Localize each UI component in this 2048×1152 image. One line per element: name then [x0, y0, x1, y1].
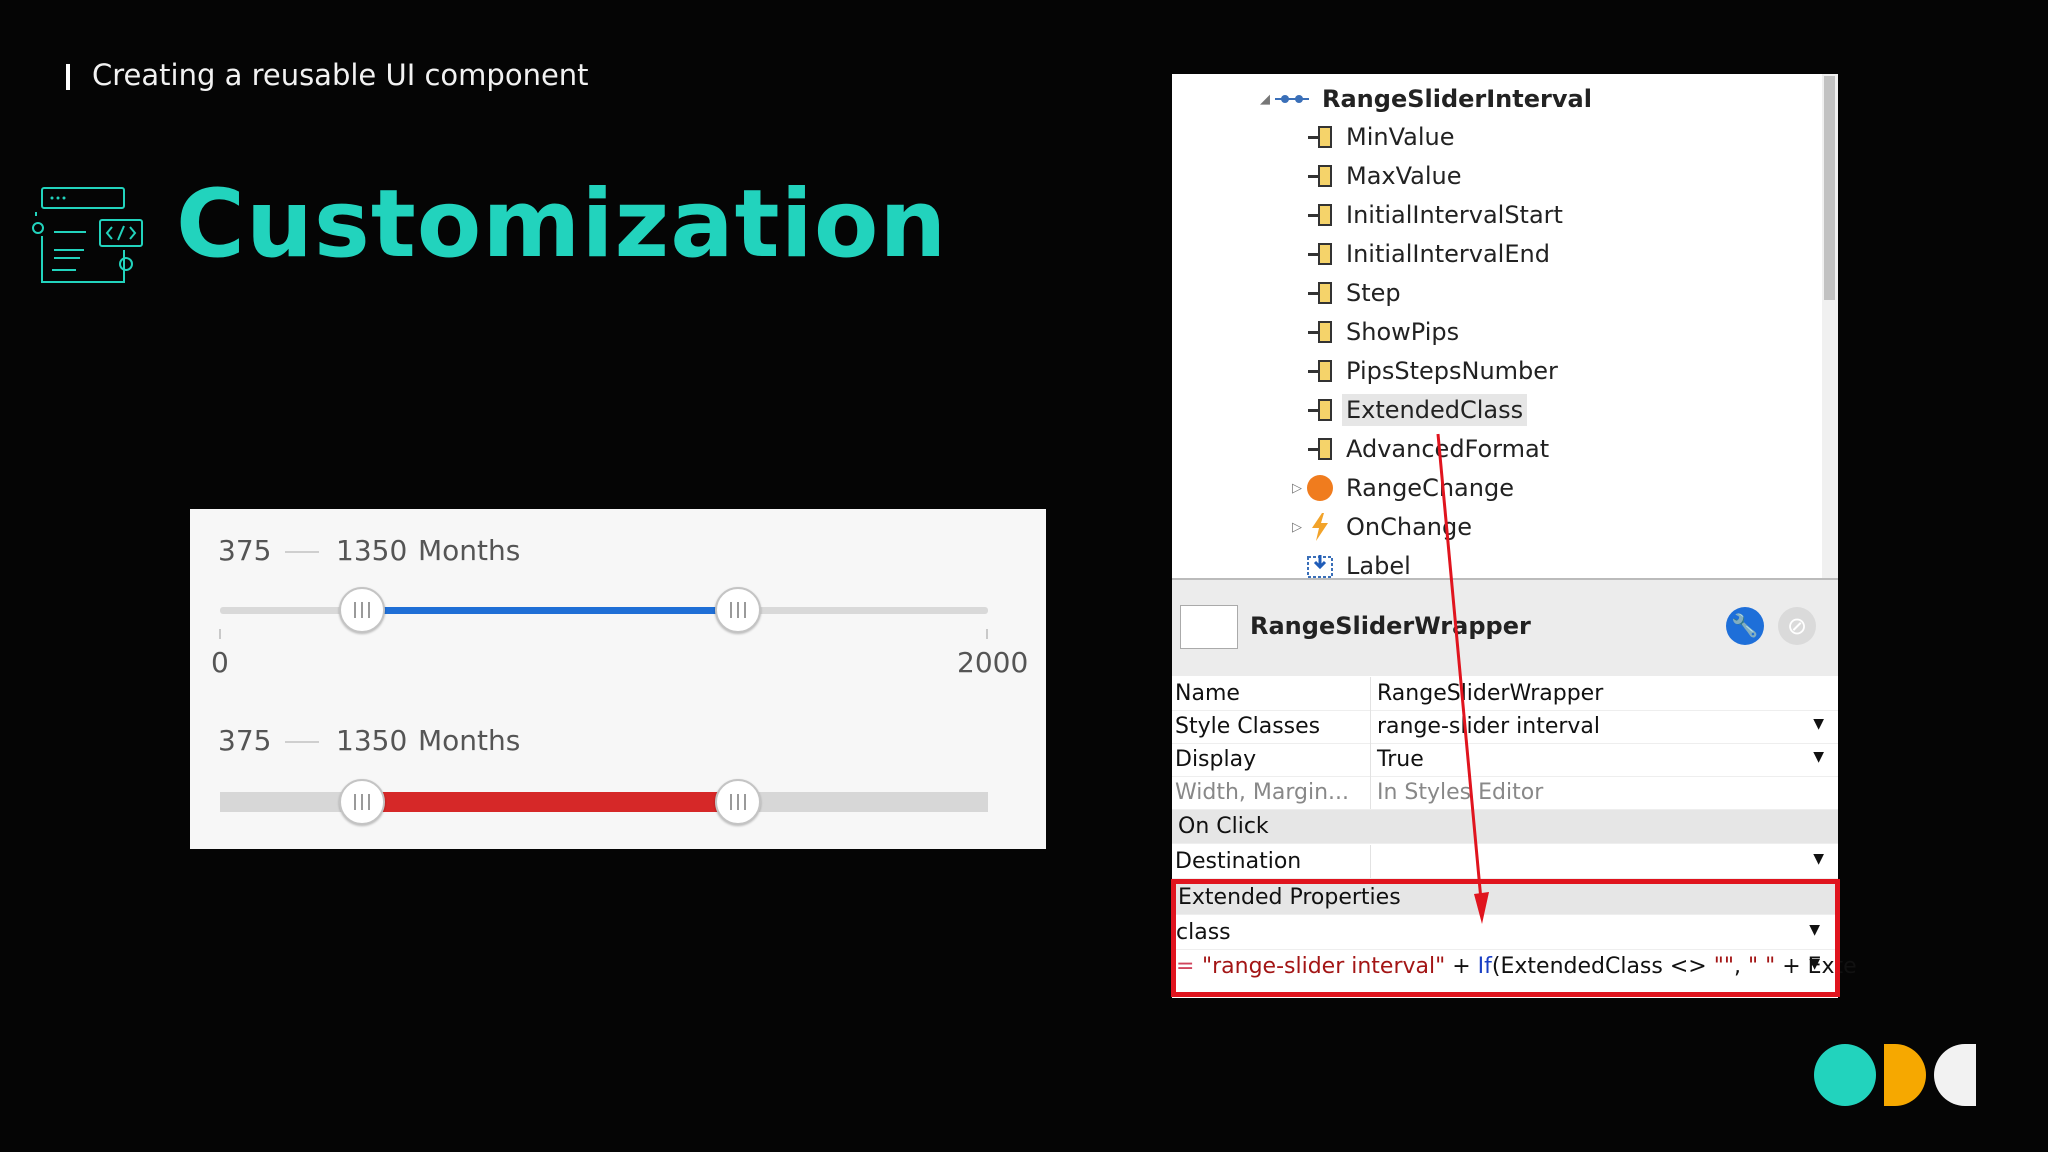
prop-value-name[interactable]: RangeSliderWrapper [1377, 681, 1603, 706]
tree-item-label: PipsStepsNumber [1346, 357, 1558, 385]
input-parameter-icon [1306, 123, 1334, 151]
tree-item-label: MaxValue [1346, 162, 1462, 190]
input-parameter-icon [1306, 396, 1334, 424]
blue-slider-end-handle[interactable] [715, 587, 761, 633]
logo-half-circle-orange [1884, 1044, 1926, 1106]
event-icon [1306, 474, 1334, 502]
section-on-click[interactable]: On Click [1172, 810, 1838, 844]
red-slider-end-handle[interactable] [715, 779, 761, 825]
tree-item-label: Step [1346, 279, 1401, 307]
blue-slider-unit: Months [418, 534, 521, 567]
expand-icon[interactable]: ▷ [1288, 481, 1306, 496]
red-slider-start-value: 375 [218, 724, 272, 757]
blue-slider-range-fill [364, 607, 738, 614]
tree-item-label: MinValue [1346, 123, 1455, 151]
prop-key: Name [1175, 681, 1240, 706]
input-parameter-icon [1306, 240, 1334, 268]
tree-item-initialintervalend[interactable]: InitialIntervalEnd [1306, 235, 1554, 273]
prop-row-style-classes[interactable]: Style Classes range-slider interval ▼ [1172, 710, 1838, 744]
tree-item-step[interactable]: Step [1306, 274, 1405, 312]
blue-slider-max-label: 2000 [957, 646, 1029, 679]
tree-item-label: InitialIntervalEnd [1346, 240, 1550, 268]
tree-scrollbar-thumb[interactable] [1824, 76, 1835, 300]
red-slider-range-fill [364, 792, 738, 812]
logo-half-circle-white [1934, 1044, 1976, 1106]
prop-row-name[interactable]: Name RangeSliderWrapper [1172, 677, 1838, 711]
section-label: On Click [1178, 814, 1269, 839]
prop-value-display[interactable]: True [1377, 747, 1424, 772]
element-tree-panel: ◢ RangeSliderInterval MinValue MaxValue … [1172, 74, 1838, 578]
range-slider-block-icon [1274, 85, 1310, 113]
scale-tick-max [986, 629, 988, 639]
tree-item-label: ExtendedClass [1342, 394, 1528, 426]
blue-slider-end-value: 1350 [336, 534, 408, 567]
tree-item-extendedclass[interactable]: ExtendedClass [1306, 391, 1528, 429]
highlight-box [1171, 879, 1840, 997]
red-slider-start-handle[interactable] [339, 779, 385, 825]
input-parameter-icon [1306, 435, 1334, 463]
tree-item-showpips[interactable]: ShowPips [1306, 313, 1463, 351]
tree-item-label-placeholder[interactable]: Label [1306, 547, 1415, 578]
dropdown-arrow-icon[interactable]: ▼ [1813, 716, 1824, 732]
prop-row-width[interactable]: Width, Margin... In Styles Editor [1172, 776, 1838, 810]
placeholder-icon [1306, 552, 1334, 578]
tree-item-pipsstepsnumber[interactable]: PipsStepsNumber [1306, 352, 1562, 390]
scale-tick-min [219, 629, 221, 639]
annotation-arrow [1436, 433, 1489, 924]
slide-subtitle: Creating a reusable UI component [92, 58, 589, 92]
disabled-toggle-icon[interactable]: ⊘ [1778, 607, 1816, 645]
wrench-icon[interactable]: 🔧 [1726, 607, 1764, 645]
action-icon [1306, 513, 1334, 541]
logo-circle [1814, 1044, 1876, 1106]
slide-title: Customization [176, 170, 948, 279]
prop-row-destination[interactable]: Destination ▼ [1172, 845, 1838, 879]
prop-row-display[interactable]: Display True ▼ [1172, 743, 1838, 777]
blue-slider-start-value: 375 [218, 534, 272, 567]
blue-slider-min-label: 0 [211, 646, 229, 679]
range-dash [285, 551, 319, 553]
range-dash [285, 741, 319, 743]
tree-item-maxvalue[interactable]: MaxValue [1306, 157, 1466, 195]
red-slider-unit: Months [418, 724, 521, 757]
prop-key: Width, Margin... [1175, 780, 1350, 805]
input-parameter-icon [1306, 201, 1334, 229]
prop-key: Destination [1175, 849, 1302, 874]
tree-item-label: Label [1346, 552, 1411, 578]
widget-preview-swatch [1180, 605, 1238, 649]
red-slider-end-value: 1350 [336, 724, 408, 757]
tree-item-initialintervalstart[interactable]: InitialIntervalStart [1306, 196, 1567, 234]
prop-key: Style Classes [1175, 714, 1321, 739]
blue-slider-start-handle[interactable] [339, 587, 385, 633]
expand-icon[interactable]: ▷ [1288, 520, 1306, 535]
input-parameter-icon [1306, 318, 1334, 346]
subtitle-bar [66, 64, 70, 90]
tree-root-item[interactable]: ◢ RangeSliderInterval [1256, 80, 1596, 118]
tree-root-label: RangeSliderInterval [1322, 85, 1592, 113]
input-parameter-icon [1306, 279, 1334, 307]
dropdown-arrow-icon[interactable]: ▼ [1813, 749, 1824, 765]
tree-item-label: ShowPips [1346, 318, 1460, 346]
code-window-icon [32, 187, 143, 283]
prop-key: Display [1175, 747, 1257, 772]
input-parameter-icon [1306, 162, 1334, 190]
tree-item-label: InitialIntervalStart [1346, 201, 1563, 229]
collapse-icon[interactable]: ◢ [1256, 92, 1274, 107]
dropdown-arrow-icon[interactable]: ▼ [1813, 851, 1824, 867]
input-parameter-icon [1306, 357, 1334, 385]
tree-item-minvalue[interactable]: MinValue [1306, 118, 1459, 156]
